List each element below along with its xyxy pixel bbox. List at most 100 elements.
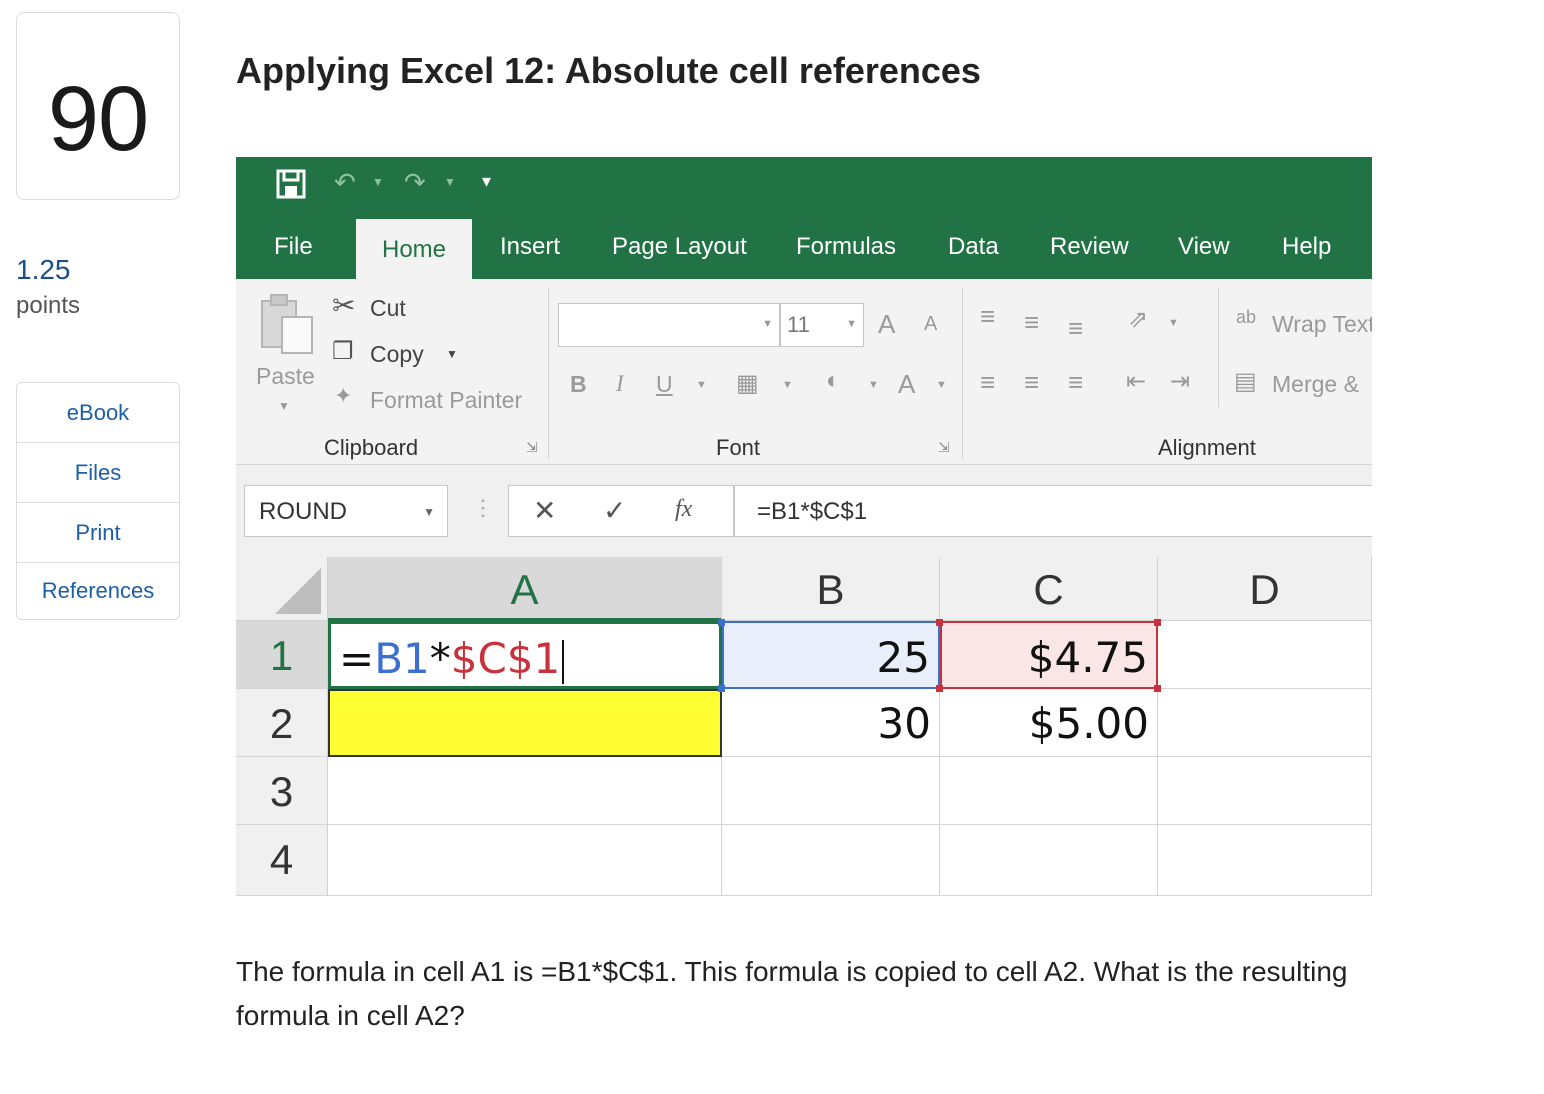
cell-d2[interactable] <box>1158 689 1372 757</box>
copy-dropdown-icon[interactable]: ▼ <box>446 347 458 361</box>
alignment-group-label: Alignment <box>1158 435 1256 460</box>
bottom-align-icon[interactable]: ≡ <box>1068 313 1083 344</box>
cell-a4[interactable] <box>328 825 722 896</box>
copy-button[interactable]: Copy <box>370 341 424 368</box>
grow-font-button[interactable]: A <box>878 309 895 340</box>
excel-screenshot: ↶ ▼ ↷ ▼ ▾ File Home Insert Page Layout F… <box>236 157 1372 896</box>
row-header-1[interactable]: 1 <box>236 621 328 689</box>
undo-dropdown-icon[interactable]: ▼ <box>372 175 384 189</box>
borders-icon[interactable]: ▦ <box>736 369 759 398</box>
formula-bar-grip-icon: ⋮ <box>472 495 494 520</box>
paste-icon[interactable] <box>258 293 316 355</box>
cancel-entry-icon[interactable]: ✕ <box>533 494 556 527</box>
customize-toolbar-icon[interactable]: ▾ <box>482 171 491 192</box>
confirm-entry-icon[interactable]: ✓ <box>603 494 626 527</box>
row-header-3[interactable]: 3 <box>236 757 328 825</box>
tab-formulas[interactable]: Formulas <box>796 233 896 261</box>
files-link[interactable]: Files <box>17 443 179 503</box>
bold-button[interactable]: B <box>570 371 587 398</box>
ebook-link[interactable]: eBook <box>17 383 179 443</box>
merge-button[interactable]: Merge & <box>1272 371 1359 398</box>
column-header-b[interactable]: B <box>722 557 940 621</box>
cell-a1[interactable]: =B1*$C$1 <box>328 621 722 689</box>
underline-button[interactable]: U <box>656 371 673 398</box>
paste-dropdown-icon[interactable]: ▼ <box>278 399 290 413</box>
copy-icon[interactable]: ❐ <box>332 337 354 366</box>
cell-b4[interactable] <box>722 825 940 896</box>
format-painter-icon[interactable]: ✦ <box>334 383 352 409</box>
cell-d4[interactable] <box>1158 825 1372 896</box>
tab-help[interactable]: Help <box>1282 233 1331 261</box>
decrease-indent-icon[interactable]: ⇤ <box>1126 367 1146 396</box>
borders-dropdown-icon[interactable]: ▼ <box>782 379 793 391</box>
ribbon-home: Paste ▼ ✂ Cut ❐ Copy ▼ ✦ Format Painter … <box>236 279 1372 465</box>
underline-dropdown-icon[interactable]: ▼ <box>696 379 707 391</box>
a1-ref-c1: $C$1 <box>450 634 561 683</box>
undo-icon[interactable]: ↶ <box>334 167 356 198</box>
save-icon[interactable] <box>276 169 306 199</box>
references-link[interactable]: References <box>17 563 179 619</box>
row-header-2[interactable]: 2 <box>236 689 328 757</box>
align-right-icon[interactable]: ≡ <box>1068 367 1083 398</box>
tab-data[interactable]: Data <box>948 233 999 261</box>
redo-dropdown-icon[interactable]: ▼ <box>444 175 456 189</box>
tab-review[interactable]: Review <box>1050 233 1129 261</box>
redo-icon[interactable]: ↷ <box>404 167 426 198</box>
fill-color-icon[interactable]: ◐ <box>826 367 841 395</box>
cut-icon[interactable]: ✂ <box>332 289 355 322</box>
font-color-button[interactable]: A <box>898 369 915 400</box>
cell-a3[interactable] <box>328 757 722 825</box>
wrap-text-icon[interactable]: ab <box>1236 307 1256 328</box>
wrap-text-button[interactable]: Wrap Text <box>1272 311 1372 338</box>
middle-align-icon[interactable]: ≡ <box>1024 307 1039 338</box>
column-header-d[interactable]: D <box>1158 557 1372 621</box>
font-size-dropdown-icon[interactable]: ▼ <box>846 318 857 330</box>
orientation-dropdown-icon[interactable]: ▼ <box>1168 317 1179 329</box>
print-link[interactable]: Print <box>17 503 179 563</box>
font-launcher-icon[interactable]: ⇲ <box>938 439 950 456</box>
cell-a2[interactable] <box>328 689 722 757</box>
insert-function-button[interactable]: fx <box>675 496 692 523</box>
clipboard-launcher-icon[interactable]: ⇲ <box>526 439 538 456</box>
cell-d1[interactable] <box>1158 621 1372 689</box>
cell-c2[interactable]: $5.00 <box>940 689 1158 757</box>
merge-icon[interactable]: ▤ <box>1234 367 1257 396</box>
font-name-dropdown-icon[interactable]: ▼ <box>762 318 773 330</box>
row-header-4[interactable]: 4 <box>236 825 328 896</box>
paste-button-label[interactable]: Paste <box>256 363 315 390</box>
column-header-a[interactable]: A <box>328 557 722 621</box>
top-align-icon[interactable]: ≡ <box>980 301 995 332</box>
italic-button[interactable]: I <box>616 371 624 397</box>
font-color-dropdown-icon[interactable]: ▼ <box>936 379 947 391</box>
tab-file[interactable]: File <box>274 233 313 261</box>
select-all-corner[interactable] <box>236 557 328 621</box>
tab-page-layout[interactable]: Page Layout <box>612 233 747 261</box>
cut-button[interactable]: Cut <box>370 295 406 322</box>
orientation-icon[interactable]: ⇗ <box>1128 305 1148 334</box>
cell-c4[interactable] <box>940 825 1158 896</box>
cell-b1[interactable]: 25 <box>722 621 940 689</box>
cell-d3[interactable] <box>1158 757 1372 825</box>
tab-insert[interactable]: Insert <box>500 233 560 261</box>
font-size-combo[interactable]: 11 ▼ <box>780 303 864 347</box>
font-size-value: 11 <box>787 312 810 337</box>
fill-color-dropdown-icon[interactable]: ▼ <box>868 379 879 391</box>
cell-b3[interactable] <box>722 757 940 825</box>
cell-c3[interactable] <box>940 757 1158 825</box>
formula-input[interactable]: =B1*$C$1 <box>734 485 1372 537</box>
cell-b2[interactable]: 30 <box>722 689 940 757</box>
name-box[interactable]: ROUND ▼ <box>244 485 448 537</box>
c1-ref-handle <box>936 619 943 626</box>
column-header-c[interactable]: C <box>940 557 1158 621</box>
tab-home[interactable]: Home <box>356 219 472 279</box>
shrink-font-button[interactable]: A <box>924 313 937 336</box>
cell-c1[interactable]: $4.75 <box>940 621 1158 689</box>
tab-view[interactable]: View <box>1178 233 1230 261</box>
ribbon-tabs: File Home Insert Page Layout Formulas Da… <box>236 219 1372 279</box>
format-painter-button[interactable]: Format Painter <box>370 387 522 414</box>
font-name-combo[interactable]: ▼ <box>558 303 780 347</box>
name-box-dropdown-icon[interactable]: ▼ <box>423 486 435 538</box>
align-center-icon[interactable]: ≡ <box>1024 367 1039 398</box>
increase-indent-icon[interactable]: ⇥ <box>1170 367 1190 396</box>
align-left-icon[interactable]: ≡ <box>980 367 995 398</box>
